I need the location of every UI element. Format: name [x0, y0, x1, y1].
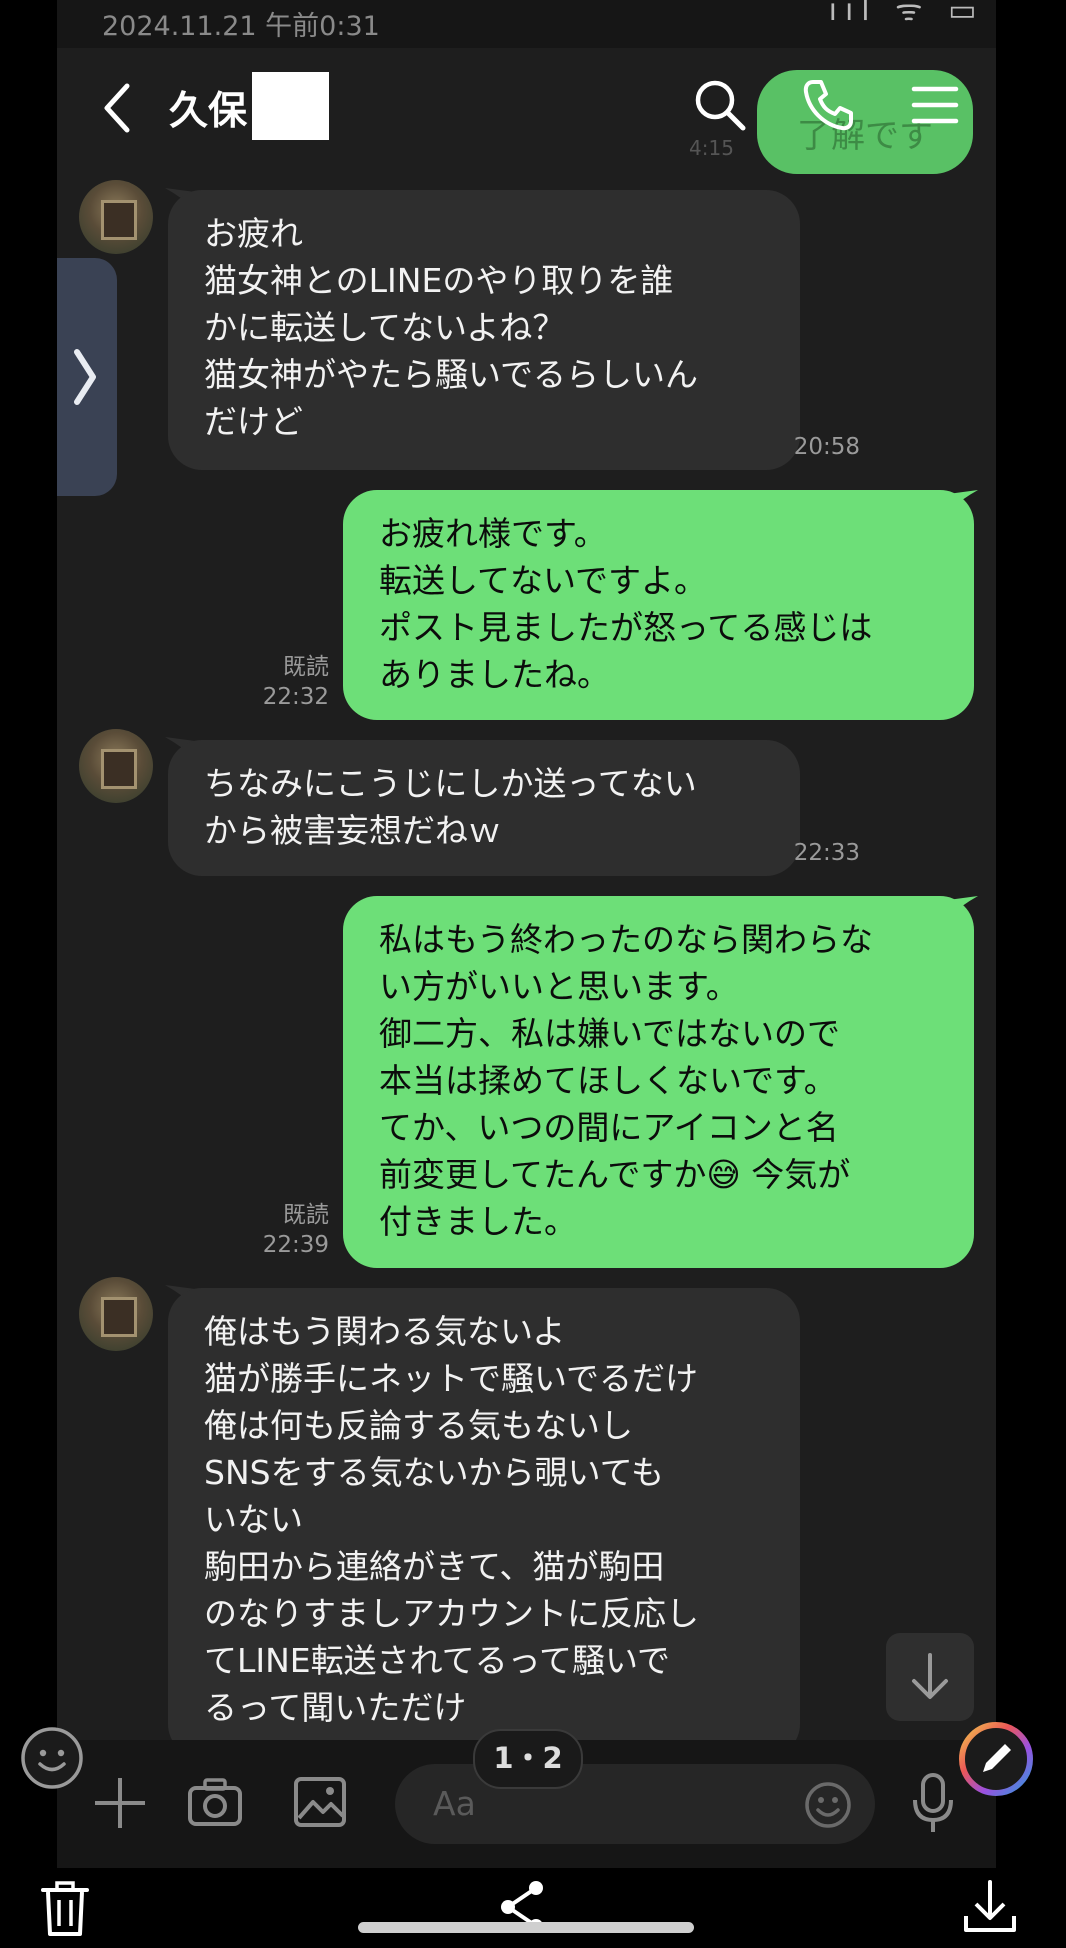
message-time: 20:58 [793, 434, 860, 460]
name-redaction [252, 72, 329, 140]
arrow-down-icon [912, 1653, 948, 1699]
camera-icon[interactable] [187, 1776, 243, 1828]
microphone-icon[interactable] [911, 1772, 955, 1834]
message-bubble-incoming[interactable]: ちなみにこうじにしか送ってない から被害妄想だねｗ [168, 740, 800, 876]
message-time: 22:33 [793, 840, 860, 866]
message-time: 22:39 [262, 1232, 329, 1258]
back-icon[interactable] [95, 78, 143, 138]
left-margin [0, 0, 57, 1948]
download-icon[interactable] [962, 1878, 1018, 1936]
message-bubble-incoming[interactable]: 俺はもう関わる気ないよ 猫が勝手にネットで騒いでるだけ 俺は何も反論する気もない… [168, 1288, 800, 1758]
right-margin [996, 0, 1066, 1948]
emoji-icon[interactable] [803, 1780, 853, 1830]
chat-screen: 2024.11.21 午前0:31 ııl ᯤ ▭ ▮▮ 了解です 4:15 久… [57, 0, 996, 1948]
chat-title: 久保 [169, 89, 248, 134]
side-panel-tab[interactable] [57, 258, 117, 496]
message-meta: 既読 22:32 [237, 652, 329, 712]
message-bubble-outgoing[interactable]: 私はもう終わったのなら関わらな い方がいいと思います。 御二方、私は嫌いではない… [343, 896, 974, 1268]
message-bubble-outgoing[interactable]: お疲れ様です。 転送してないですよ。 ポスト見ましたが怒ってる感じは ありました… [343, 490, 974, 720]
message-bubble-incoming[interactable]: お疲れ 猫女神とのLINEのやり取りを誰 かに転送してないよね？ 猫女神がやたら… [168, 190, 800, 470]
status-bar: 2024.11.21 午前0:31 ııl ᯤ ▭ ▮▮ [57, 0, 996, 48]
read-receipt: 既読 [283, 654, 329, 680]
page-indicator: 1・2 [473, 1729, 583, 1789]
home-indicator[interactable] [358, 1922, 694, 1933]
avatar[interactable] [79, 1277, 153, 1351]
message-meta: 既読 22:39 [237, 1200, 329, 1260]
image-icon[interactable] [293, 1776, 347, 1828]
chevron-right-icon [74, 349, 96, 405]
status-time: 2024.11.21 午前0:31 [102, 11, 380, 42]
bottom-toolbar [0, 1868, 1066, 1948]
avatar[interactable] [79, 180, 153, 254]
plus-icon[interactable] [91, 1774, 149, 1832]
menu-icon[interactable] [906, 76, 964, 134]
search-icon[interactable] [691, 76, 749, 134]
status-icons: ııl ᯤ ▭ ▮▮ [828, 0, 996, 28]
trash-icon[interactable] [40, 1880, 90, 1938]
edit-pencil-icon[interactable] [957, 1720, 1035, 1798]
phone-icon[interactable] [799, 76, 857, 134]
avatar[interactable] [79, 729, 153, 803]
scroll-to-bottom-button[interactable] [886, 1633, 974, 1721]
read-receipt: 既読 [283, 1202, 329, 1228]
smile-icon[interactable] [20, 1726, 84, 1790]
message-time: 22:32 [262, 684, 329, 710]
chat-header: 久保 [57, 48, 996, 166]
